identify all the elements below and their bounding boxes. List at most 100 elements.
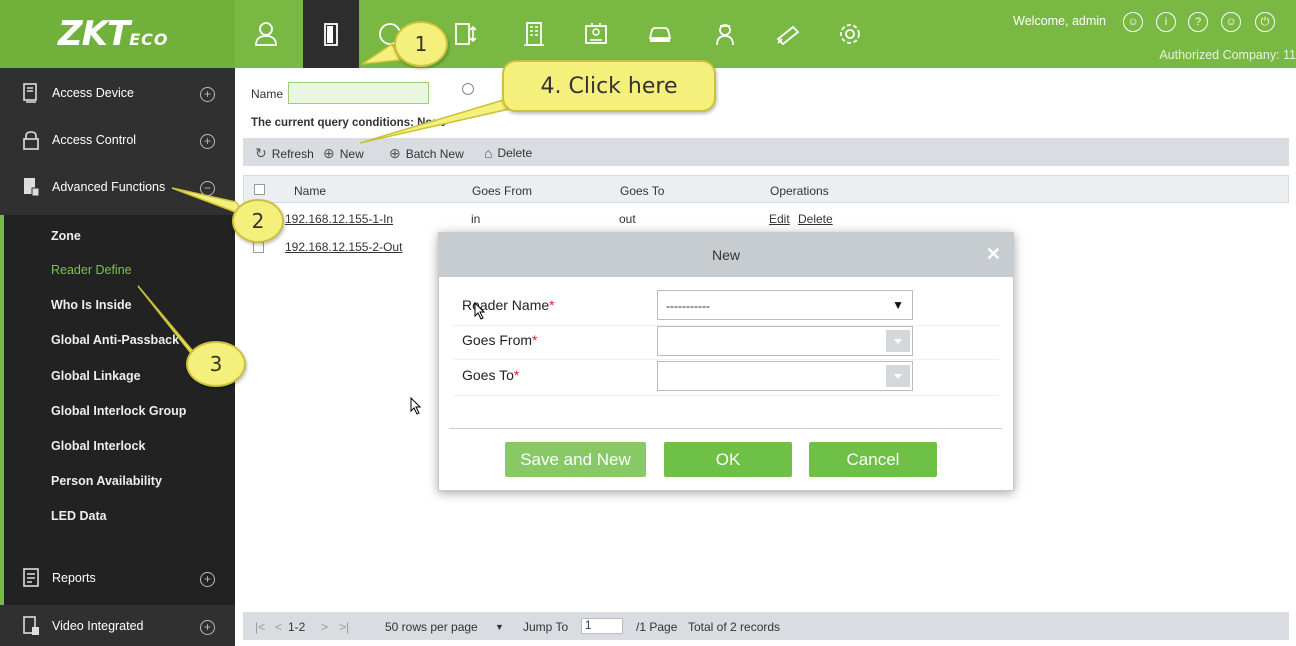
dropdown-arrow-icon[interactable]: [886, 330, 910, 352]
dropdown-arrow-icon[interactable]: [886, 365, 910, 387]
cursor-icon: [474, 302, 486, 320]
expand-icon[interactable]: +: [200, 572, 215, 587]
personnel-icon[interactable]: [238, 0, 294, 68]
sidebar-item-global-interlock-group[interactable]: Global Interlock Group: [51, 404, 186, 418]
support-icon[interactable]: ☺: [1221, 12, 1241, 32]
expand-icon[interactable]: +: [200, 134, 215, 149]
sidebar-item-led-data[interactable]: LED Data: [51, 509, 107, 523]
first-page-icon[interactable]: |<: [255, 620, 265, 634]
callout-step-4: 4. Click here: [502, 60, 716, 112]
name-filter-input[interactable]: [288, 82, 429, 104]
new-button[interactable]: ⊕ New: [323, 145, 364, 162]
collapse-icon[interactable]: −: [200, 181, 215, 196]
help-icon[interactable]: ?: [1188, 12, 1208, 32]
save-and-new-button[interactable]: Save and New: [505, 442, 646, 477]
toolbar: ↻ Refresh ⊕ New ⊕ Batch New ⌂ Delete: [243, 138, 1289, 166]
patrol-icon[interactable]: [697, 0, 753, 68]
delete-link[interactable]: Delete: [798, 212, 833, 226]
system-settings-icon[interactable]: [822, 0, 878, 68]
sidebar-section-label: Access Control: [52, 133, 137, 147]
refresh-button[interactable]: ↻ Refresh: [255, 145, 314, 162]
close-icon[interactable]: ✕: [986, 244, 1001, 265]
chevron-down-icon: ▼: [892, 298, 904, 312]
sidebar-item-global-linkage[interactable]: Global Linkage: [51, 369, 141, 383]
sidebar-item-global-anti-passback[interactable]: Global Anti-Passback: [51, 333, 179, 347]
edit-link[interactable]: Edit: [769, 212, 790, 226]
new-label: New: [339, 146, 364, 161]
dialog-separator: [449, 428, 1002, 429]
goes-from-label: Goes From*: [462, 332, 537, 348]
batch-new-label: Batch New: [405, 146, 464, 161]
delete-icon: ⌂: [484, 145, 493, 161]
info-icon[interactable]: i: [1156, 12, 1176, 32]
refresh-icon: ↻: [255, 145, 267, 161]
ok-button[interactable]: OK: [664, 442, 792, 477]
authorized-company: Authorized Company: 11: [1159, 48, 1296, 62]
sidebar-section-reports[interactable]: Reports +: [0, 555, 235, 602]
column-header-goes-from[interactable]: Goes From: [472, 184, 532, 198]
parking-icon[interactable]: [632, 0, 688, 68]
sidebar-item-global-interlock[interactable]: Global Interlock: [51, 439, 145, 453]
building-icon[interactable]: [506, 0, 562, 68]
sidebar-section-label: Reports: [52, 571, 96, 585]
page-range: 1-2: [288, 620, 306, 634]
sidebar-section-label: Video Integrated: [52, 619, 144, 633]
advanced-functions-submenu: Zone Reader Define Who Is Inside Global …: [0, 215, 235, 605]
reader-name-select[interactable]: ----------- ▼: [657, 290, 913, 320]
dialog-title: New: [711, 247, 740, 263]
sidebar-section-access-control[interactable]: Access Control +: [0, 117, 235, 164]
callout-step-1: 1: [394, 21, 448, 67]
next-page-icon[interactable]: >: [321, 620, 328, 634]
column-header-name[interactable]: Name: [294, 184, 326, 198]
access-door-icon[interactable]: [303, 0, 359, 68]
required-marker: *: [549, 297, 555, 313]
cancel-button[interactable]: Cancel: [809, 442, 937, 477]
required-marker: *: [532, 332, 538, 348]
sidebar-section-access-device[interactable]: Access Device +: [0, 70, 235, 117]
row-checkbox[interactable]: [253, 242, 264, 253]
user-profile-icon[interactable]: ☺: [1123, 12, 1143, 32]
delete-label: Delete: [497, 146, 533, 160]
device-icon: [23, 83, 37, 103]
welcome-text: Welcome, admin: [1013, 14, 1106, 28]
video-icon[interactable]: [760, 0, 816, 68]
sidebar-item-person-availability[interactable]: Person Availability: [51, 474, 162, 488]
logout-icon[interactable]: ⏻: [1255, 12, 1275, 32]
reader-name-link[interactable]: 192.168.12.155-2-Out: [285, 240, 402, 254]
prev-page-icon[interactable]: <: [275, 620, 282, 634]
search-icon[interactable]: [462, 83, 474, 95]
sidebar-section-video-integrated[interactable]: Video Integrated +: [0, 603, 235, 646]
advanced-functions-icon: [24, 178, 40, 197]
goes-to-select[interactable]: [657, 361, 913, 391]
delete-button[interactable]: ⌂ Delete: [484, 145, 532, 161]
sidebar-section-advanced-functions[interactable]: Advanced Functions −: [0, 164, 235, 211]
top-bar: ZKTECO Welcome, admin ☺ i ? ☺ ⏻ Authoriz…: [0, 0, 1296, 68]
last-page-icon[interactable]: >|: [339, 620, 349, 634]
field-label-text: Goes From: [462, 332, 533, 348]
batch-new-button[interactable]: ⊕ Batch New: [389, 145, 464, 162]
jump-to-label: Jump To: [523, 620, 569, 634]
new-reader-dialog: New ✕ Reader Name* ----------- ▼ Goes Fro…: [438, 232, 1014, 491]
select-all-checkbox[interactable]: [254, 184, 265, 195]
query-conditions-text: The current query conditions: None: [251, 117, 446, 129]
add-icon: ⊕: [323, 145, 335, 161]
jump-to-input[interactable]: 1: [581, 618, 623, 634]
expand-icon[interactable]: +: [200, 620, 215, 635]
goes-to-label: Goes To*: [462, 367, 519, 383]
rows-per-page-select[interactable]: 50 rows per page: [385, 620, 478, 634]
sidebar-item-who-is-inside[interactable]: Who Is Inside: [51, 298, 132, 312]
reader-name-link[interactable]: 192.168.12.155-1-In: [285, 212, 393, 226]
expand-icon[interactable]: +: [200, 87, 215, 102]
total-records: Total of 2 records: [688, 620, 781, 634]
goes-from-select[interactable]: [657, 326, 913, 356]
row-divider: [453, 359, 999, 360]
visitor-icon[interactable]: [568, 0, 624, 68]
refresh-label: Refresh: [271, 146, 314, 161]
sidebar-item-reader-define[interactable]: Reader Define: [51, 263, 132, 277]
logo-area: ZKTECO: [0, 0, 235, 68]
dialog-header: New ✕: [439, 233, 1013, 277]
column-header-goes-to[interactable]: Goes To: [620, 184, 664, 198]
rows-dropdown-icon[interactable]: ▼: [495, 622, 504, 632]
sidebar-item-zone[interactable]: Zone: [51, 229, 81, 243]
cursor-icon: [410, 397, 422, 415]
